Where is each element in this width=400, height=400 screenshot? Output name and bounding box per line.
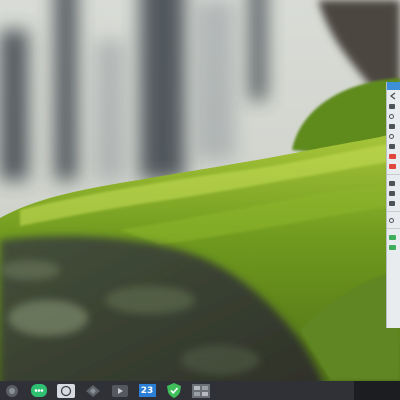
side-panel-item[interactable]: [389, 112, 400, 120]
divider: [387, 228, 400, 229]
window-manager-icon: [192, 383, 210, 398]
calendar-icon: 23: [138, 384, 156, 397]
chart-icon[interactable]: [389, 180, 395, 186]
status-icon[interactable]: [389, 234, 396, 240]
settings-icon[interactable]: [389, 113, 394, 119]
start-menu-icon: [6, 384, 18, 397]
chat-app-icon: [31, 384, 47, 397]
side-panel-item[interactable]: [389, 199, 400, 207]
divider: [387, 211, 400, 212]
menu-icon[interactable]: [389, 103, 395, 109]
whatsapp-button[interactable]: [56, 383, 76, 398]
chart-icon[interactable]: [389, 190, 395, 196]
side-panel-item[interactable]: [389, 179, 400, 187]
taskbar: 23: [0, 381, 400, 400]
side-panel-item[interactable]: [389, 216, 400, 224]
video-player-button[interactable]: [110, 383, 130, 398]
list-icon[interactable]: [389, 123, 395, 129]
side-panel-item[interactable]: [389, 162, 400, 170]
side-panel-item[interactable]: [389, 132, 400, 140]
side-panel-item[interactable]: [389, 122, 400, 130]
shield-check-icon: [167, 383, 181, 398]
system-tray: [354, 381, 400, 400]
side-panel: [386, 82, 400, 328]
side-panel-item[interactable]: [389, 102, 400, 110]
side-panel-item[interactable]: [389, 92, 400, 100]
video-player-icon: [112, 384, 128, 397]
window-manager-button[interactable]: [191, 383, 211, 398]
side-panel-item[interactable]: [389, 189, 400, 197]
vpn-app-icon: [86, 384, 100, 397]
alert-icon[interactable]: [389, 153, 396, 159]
side-panel-item[interactable]: [389, 233, 400, 241]
side-panel-item[interactable]: [389, 142, 400, 150]
status-icon[interactable]: [389, 244, 396, 250]
share-icon[interactable]: [389, 217, 394, 223]
folder-icon[interactable]: [389, 143, 395, 149]
vpn-app-button[interactable]: [83, 383, 103, 398]
alert-icon[interactable]: [389, 163, 396, 169]
security-app-button[interactable]: [164, 383, 184, 398]
grid-icon[interactable]: [389, 133, 394, 139]
side-panel-titlebar: [387, 82, 400, 90]
back-icon[interactable]: [389, 92, 397, 100]
desktop-wallpaper: [0, 0, 400, 400]
side-panel-item[interactable]: [389, 243, 400, 251]
moss-photo-wallpaper: [0, 0, 400, 400]
calendar-button[interactable]: 23: [137, 383, 157, 398]
whatsapp-icon: [57, 383, 75, 398]
chat-app-button[interactable]: [29, 383, 49, 398]
side-panel-item[interactable]: [389, 152, 400, 160]
chart-icon[interactable]: [389, 200, 395, 206]
start-menu-button[interactable]: [2, 383, 22, 398]
divider: [387, 174, 400, 175]
